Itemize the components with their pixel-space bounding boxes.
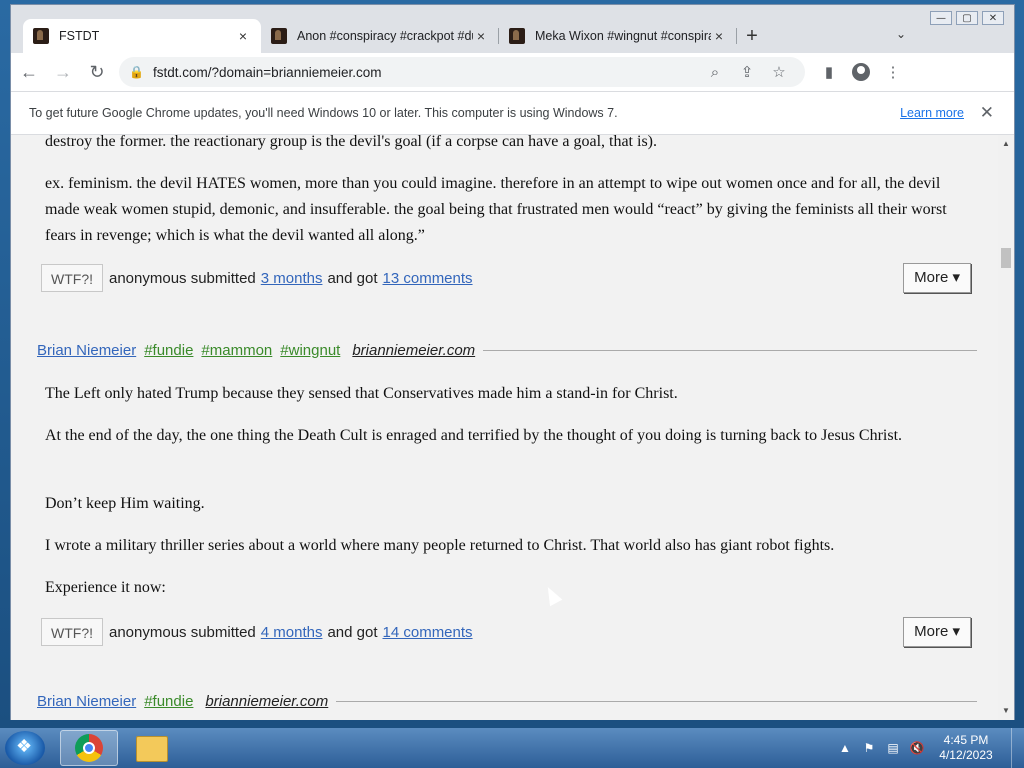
share-icon[interactable]: ⇪ <box>731 63 763 81</box>
page-content: destroy the former. the reactionary grou… <box>11 135 999 720</box>
tab-fstdt[interactable]: FSTDT × <box>23 19 261 53</box>
domain-link[interactable]: brianniemeier.com <box>205 693 328 710</box>
tab-title: Meka Wixon #wingnut #conspira <box>535 29 711 43</box>
back-icon[interactable]: ← <box>13 56 45 88</box>
got-text: and got <box>327 269 378 287</box>
more-button[interactable]: More ▾ <box>903 617 971 647</box>
menu-kebab-icon[interactable]: ⋮ <box>877 63 909 81</box>
tag-fundie-link[interactable]: #fundie <box>144 342 193 359</box>
lock-icon[interactable]: 🔒 <box>129 65 145 79</box>
volume-muted-icon[interactable]: 🔇 <box>905 741 929 755</box>
infobar-message: To get future Google Chrome updates, you… <box>29 106 618 120</box>
tab-title: FSTDT <box>59 29 100 43</box>
profile-avatar-icon[interactable] <box>852 63 870 81</box>
url-text[interactable]: fstdt.com/?domain=brianniemeier.com <box>153 65 699 80</box>
post-age-link[interactable]: 4 months <box>261 624 323 641</box>
network-icon[interactable]: ▤ <box>881 741 905 755</box>
bookmark-star-icon[interactable]: ☆ <box>763 63 795 81</box>
maximize-button[interactable]: ▢ <box>956 11 978 25</box>
chrome-window: — ▢ ✕ FSTDT × Anon #conspiracy #crackpot… <box>10 4 1015 720</box>
post-paragraph: The Left only hated Trump because they s… <box>45 385 678 402</box>
post-paragraph: Don’t keep Him waiting. <box>45 495 205 512</box>
clock-date: 4/12/2023 <box>939 748 993 762</box>
domain-link[interactable]: brianniemeier.com <box>352 342 475 359</box>
post-paragraph: destroy the former. the reactionary grou… <box>45 135 657 150</box>
post-paragraph: At the end of the day, the one thing the… <box>45 427 903 444</box>
tab-meka-wixon[interactable]: Meka Wixon #wingnut #conspira × <box>499 19 737 53</box>
infobar-close-icon[interactable]: ✕ <box>980 103 994 123</box>
start-button[interactable] <box>5 731 45 765</box>
author-link[interactable]: Brian Niemeier <box>37 693 136 710</box>
scroll-up-icon[interactable]: ▲ <box>998 137 1014 151</box>
clock[interactable]: 4:45 PM 4/12/2023 <box>929 733 1003 763</box>
minimize-button[interactable]: — <box>930 11 952 25</box>
post-age-link[interactable]: 3 months <box>261 270 323 287</box>
tag-fundie-link[interactable]: #fundie <box>144 693 193 710</box>
taskbar-explorer[interactable] <box>122 730 180 766</box>
forward-icon[interactable]: → <box>47 56 79 88</box>
tab-close-icon[interactable]: × <box>711 28 727 44</box>
author-link[interactable]: Brian Niemeier <box>37 342 136 359</box>
more-button[interactable]: More ▾ <box>903 263 971 293</box>
post-paragraph: Experience it now: <box>45 579 166 596</box>
folder-icon <box>136 736 168 762</box>
header-divider <box>336 700 977 702</box>
show-desktop-button[interactable] <box>1011 728 1024 768</box>
system-tray: ▲ ⚑ ▤ 🔇 4:45 PM 4/12/2023 <box>833 728 1024 768</box>
tab-strip: FSTDT × Anon #conspiracy #crackpot #du ×… <box>23 19 767 53</box>
scroll-thumb[interactable] <box>1001 248 1011 268</box>
submitted-text: anonymous submitted <box>109 269 256 287</box>
window-controls: — ▢ ✕ <box>930 11 1004 25</box>
show-hidden-icons-icon[interactable]: ▲ <box>833 741 857 755</box>
update-infobar: To get future Google Chrome updates, you… <box>11 91 1014 135</box>
learn-more-link[interactable]: Learn more <box>900 106 964 120</box>
comments-link[interactable]: 13 comments <box>383 270 473 287</box>
new-tab-button[interactable]: + <box>737 19 767 53</box>
post-header: Brian Niemeier #fundie brianniemeier.com <box>37 690 977 712</box>
tab-separator <box>736 28 737 44</box>
post-paragraph: ex. feminism. the devil HATES women, mor… <box>45 175 947 244</box>
tab-anon[interactable]: Anon #conspiracy #crackpot #du × <box>261 19 499 53</box>
side-panel-icon[interactable]: ▮ <box>813 63 845 81</box>
got-text: and got <box>327 623 378 641</box>
tab-search-icon[interactable]: ⌄ <box>896 27 906 41</box>
post-paragraph: I wrote a military thriller series about… <box>45 537 835 554</box>
zoom-search-icon[interactable]: ⌕ <box>699 64 731 81</box>
fstdt-favicon-icon <box>271 28 287 44</box>
clock-time: 4:45 PM <box>943 733 989 747</box>
chrome-icon <box>75 734 103 762</box>
address-bar[interactable]: 🔒 fstdt.com/?domain=brianniemeier.com ⌕ … <box>119 57 805 87</box>
post-header: Brian Niemeier #fundie #mammon #wingnut … <box>37 339 977 361</box>
wtf-button[interactable]: WTF?! <box>41 618 103 646</box>
tab-close-icon[interactable]: × <box>235 28 251 44</box>
taskbar: ▲ ⚑ ▤ 🔇 4:45 PM 4/12/2023 <box>0 728 1024 768</box>
toolbar-icons: ▮ ⋮ <box>813 63 909 81</box>
taskbar-chrome[interactable] <box>60 730 118 766</box>
fstdt-favicon-icon <box>509 28 525 44</box>
tag-wingnut-link[interactable]: #wingnut <box>280 342 340 359</box>
browser-toolbar: ← → ↻ 🔒 fstdt.com/?domain=brianniemeier.… <box>11 53 1014 91</box>
fstdt-favicon-icon <box>33 28 49 44</box>
tab-title: Anon #conspiracy #crackpot #du <box>297 29 473 43</box>
header-divider <box>483 349 977 351</box>
wtf-button[interactable]: WTF?! <box>41 264 103 292</box>
comments-link[interactable]: 14 comments <box>383 624 473 641</box>
tab-close-icon[interactable]: × <box>473 28 489 44</box>
action-center-icon[interactable]: ⚑ <box>857 741 881 755</box>
reload-icon[interactable]: ↻ <box>81 56 113 88</box>
post-meta: WTF?! anonymous submitted 4 months and g… <box>41 617 971 647</box>
page-scrollbar[interactable]: ▲ ▼ <box>998 135 1014 720</box>
close-window-button[interactable]: ✕ <box>982 11 1004 25</box>
post-meta: WTF?! anonymous submitted 3 months and g… <box>41 263 971 293</box>
scroll-down-icon[interactable]: ▼ <box>998 704 1014 718</box>
submitted-text: anonymous submitted <box>109 623 256 641</box>
tag-mammon-link[interactable]: #mammon <box>201 342 272 359</box>
